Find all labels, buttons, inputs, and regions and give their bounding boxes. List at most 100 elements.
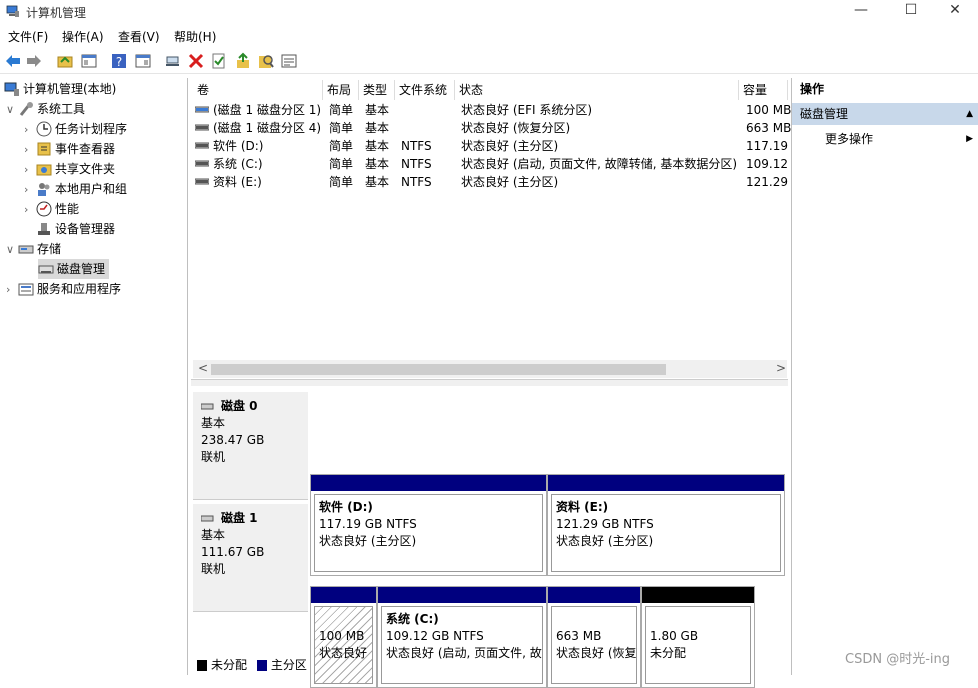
minimize-button[interactable]: — (838, 0, 884, 24)
import-icon[interactable] (234, 52, 252, 70)
properties-icon[interactable] (210, 52, 228, 70)
console-icon[interactable] (134, 52, 152, 70)
volume-filesystem: NTFS (401, 175, 432, 189)
horizontal-scrollbar[interactable]: < > (193, 360, 787, 378)
partition-detail: 100 MB 状态良好 (314, 606, 373, 684)
volume-capacity: 663 MB (746, 121, 792, 135)
partition-size: 1.80 GB (650, 629, 699, 643)
actions-title: 操作 (800, 82, 825, 96)
scroll-right-icon[interactable]: > (776, 361, 786, 375)
partition-c[interactable]: 系统 (C:) 109.12 GB NTFS 状态良好 (启动, 页面文件, 故 (377, 586, 547, 688)
forward-icon[interactable] (25, 52, 43, 70)
svg-text:?: ? (116, 55, 122, 69)
chevron-right-icon[interactable]: › (24, 180, 36, 200)
tree-item-label: 性能 (55, 202, 80, 216)
column-header-type[interactable]: 类型 (359, 80, 395, 100)
tree-item-shared-folders[interactable]: › 共享文件夹 (24, 159, 115, 179)
disk-management-icon (38, 265, 54, 273)
partition-size: 121.29 GB NTFS (556, 517, 654, 531)
tree-item-performance[interactable]: › 性能 (24, 199, 79, 219)
volume-icon (194, 160, 210, 167)
table-row[interactable]: 系统 (C:) 简单 基本 NTFS 状态良好 (启动, 页面文件, 故障转储,… (194, 155, 788, 173)
chevron-right-icon[interactable]: › (24, 120, 36, 140)
actions-section-disk-management[interactable]: 磁盘管理 ▲ (792, 103, 978, 125)
chevron-right-icon[interactable]: › (24, 200, 36, 220)
tree-item-disk-management[interactable]: 磁盘管理 (38, 259, 110, 279)
legend-unallocated: 未分配 (211, 658, 248, 672)
chevron-down-icon[interactable]: ∨ (6, 240, 18, 260)
menu-view[interactable]: 查看(V) (118, 28, 160, 45)
partition-d[interactable]: 软件 (D:) 117.19 GB NTFS 状态良好 (主分区) (310, 474, 547, 576)
chevron-down-icon[interactable]: ∨ (6, 100, 18, 120)
partition-name: 资料 (E:) (556, 500, 609, 514)
column-header-filesystem[interactable]: 文件系统 (395, 80, 455, 100)
partition-bar (311, 587, 376, 603)
partition-detail: 1.80 GB 未分配 (645, 606, 751, 684)
menu-file[interactable]: 文件(F) (8, 28, 48, 45)
partition-e[interactable]: 资料 (E:) 121.29 GB NTFS 状态良好 (主分区) (547, 474, 785, 576)
scrollbar-thumb[interactable] (211, 364, 666, 375)
column-header-volume[interactable]: 卷 (193, 80, 323, 100)
chevron-right-icon[interactable]: › (6, 280, 18, 300)
title-bar: 计算机管理 — ☐ ✕ (0, 0, 978, 24)
partition-efi[interactable]: 100 MB 状态良好 (310, 586, 377, 688)
more-actions[interactable]: 更多操作 ▶ (792, 128, 978, 150)
scroll-left-icon[interactable]: < (198, 361, 208, 375)
table-row[interactable]: (磁盘 1 磁盘分区 4) 简单 基本 状态良好 (恢复分区) 663 MB (194, 119, 792, 137)
pane-splitter[interactable] (191, 379, 788, 386)
volume-layout: 简单 (329, 103, 354, 117)
storage-icon (18, 245, 34, 253)
tree-item-device-manager[interactable]: 设备管理器 (36, 219, 115, 239)
volume-name: 资料 (E:) (213, 175, 262, 189)
disk-0-label[interactable]: 磁盘 0 基本 238.47 GB 联机 (193, 392, 308, 500)
chevron-right-icon[interactable]: › (24, 140, 36, 160)
partition-unallocated[interactable]: 1.80 GB 未分配 (641, 586, 755, 688)
close-button[interactable]: ✕ (932, 0, 978, 24)
partition-status: 状态良好 (主分区) (556, 534, 654, 548)
show-hide-tree-icon[interactable] (80, 52, 98, 70)
tree-disk-management-label: 磁盘管理 (57, 262, 106, 276)
connect-icon[interactable] (164, 52, 182, 70)
tree-system-tools[interactable]: ∨ 系统工具 (6, 99, 85, 119)
more-actions-label: 更多操作 (825, 132, 874, 146)
partition-recovery[interactable]: 663 MB 状态良好 (恢复 (547, 586, 641, 688)
search-icon[interactable] (257, 52, 275, 70)
column-header-layout[interactable]: 布局 (323, 80, 359, 100)
tree-item-local-users[interactable]: › 本地用户和组 (24, 179, 127, 199)
list-icon[interactable] (280, 52, 298, 70)
table-row[interactable]: 软件 (D:) 简单 基本 NTFS 状态良好 (主分区) 117.19 (194, 137, 788, 155)
disk-state: 联机 (201, 562, 226, 576)
partition-name (650, 611, 746, 628)
tree-storage[interactable]: ∨ 存储 (6, 239, 61, 259)
tools-icon (19, 101, 33, 116)
column-header-capacity[interactable]: 容量 (739, 80, 788, 100)
disk-icon (200, 515, 214, 521)
volume-type: 基本 (365, 121, 390, 135)
device-manager-icon (38, 222, 50, 235)
collapse-up-icon[interactable]: ▲ (966, 103, 973, 125)
disk-1-label[interactable]: 磁盘 1 基本 111.67 GB 联机 (193, 504, 308, 612)
legend-primary: 主分区 (270, 658, 307, 672)
table-row[interactable]: (磁盘 1 磁盘分区 1) 简单 基本 状态良好 (EFI 系统分区) 100 … (194, 101, 791, 119)
tree-root[interactable]: 计算机管理(本地) (4, 79, 116, 99)
up-folder-icon[interactable] (56, 52, 74, 70)
menu-help[interactable]: 帮助(H) (174, 28, 216, 45)
partition-size: 100 MB (319, 629, 365, 643)
partition-name: 软件 (D:) (319, 500, 373, 514)
help-icon[interactable]: ? (110, 52, 128, 70)
delete-icon[interactable] (187, 52, 205, 70)
menu-action[interactable]: 操作(A) (62, 28, 104, 45)
table-row[interactable]: 资料 (E:) 简单 基本 NTFS 状态良好 (主分区) 121.29 (194, 173, 788, 191)
menu-bar: 文件(F) 操作(A) 查看(V) 帮助(H) (0, 24, 978, 46)
partition-bar (311, 475, 546, 491)
partition-detail: 系统 (C:) 109.12 GB NTFS 状态良好 (启动, 页面文件, 故 (381, 606, 543, 684)
maximize-button[interactable]: ☐ (888, 0, 934, 24)
tree-services[interactable]: › 服务和应用程序 (6, 279, 121, 299)
column-header-status[interactable]: 状态 (455, 80, 739, 100)
tree-item-event-viewer[interactable]: › 事件查看器 (24, 139, 115, 159)
tree-system-tools-label: 系统工具 (37, 102, 86, 116)
tree-item-task-scheduler[interactable]: › 任务计划程序 (24, 119, 127, 139)
volume-status: 状态良好 (EFI 系统分区) (461, 103, 593, 117)
back-icon[interactable] (4, 52, 22, 70)
chevron-right-icon[interactable]: › (24, 160, 36, 180)
